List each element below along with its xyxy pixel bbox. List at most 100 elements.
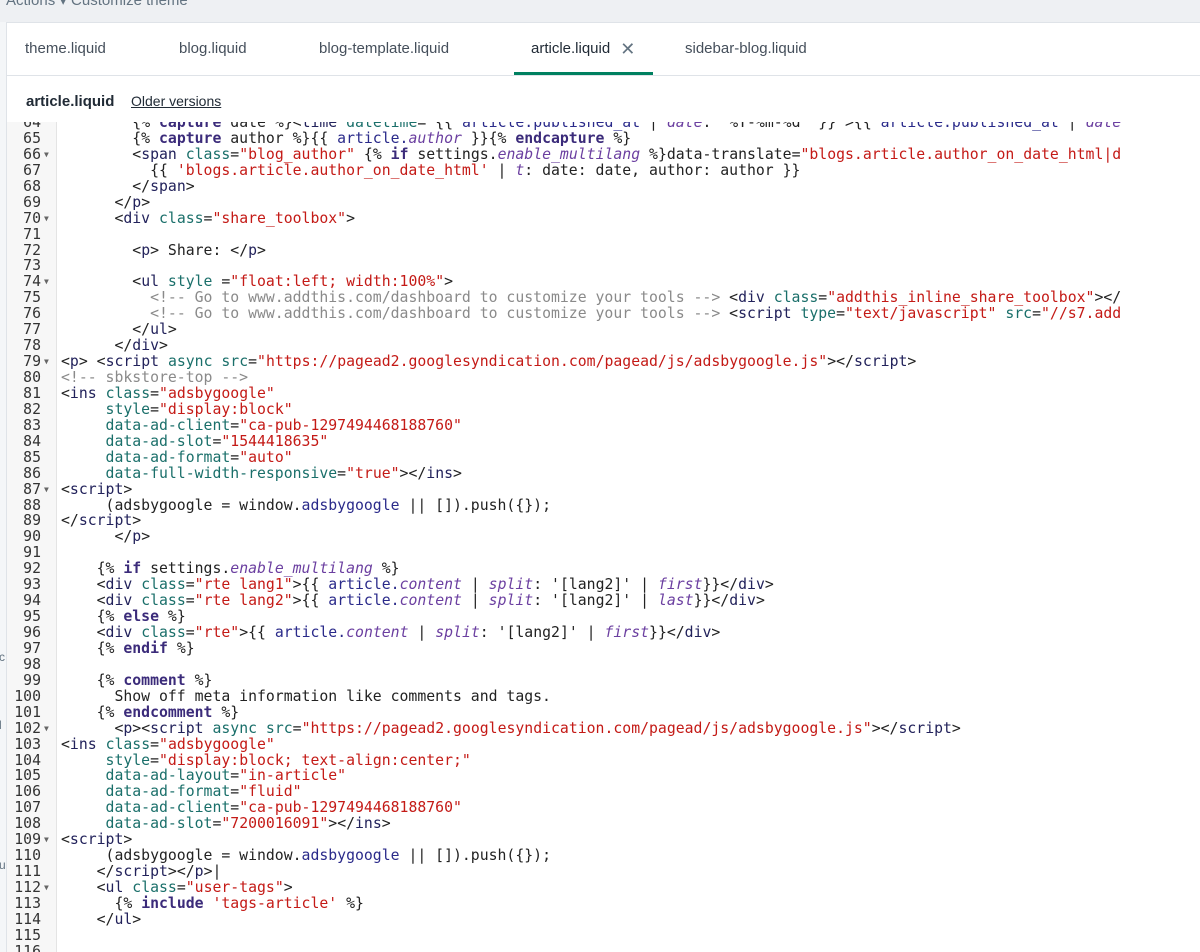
code-line[interactable]: 109 ▼ <script>: [7, 832, 1200, 848]
fold-toggle-icon[interactable]: ▼: [44, 721, 49, 737]
code-line[interactable]: 78 </div>: [7, 338, 1200, 354]
code-line[interactable]: 105 data-ad-layout="in-article": [7, 768, 1200, 784]
fold-toggle-icon[interactable]: ▼: [44, 147, 49, 163]
code-line[interactable]: 93 <div class="rte lang1">{{ article.con…: [7, 577, 1200, 593]
code-line[interactable]: 69 </p>: [7, 194, 1200, 211]
line-number: 81: [23, 384, 41, 402]
line-number: 74: [23, 273, 41, 291]
line-number: 98: [23, 655, 41, 673]
tab-blog-template-liquid[interactable]: blog-template.liquid: [319, 23, 449, 75]
tab-theme-liquid[interactable]: theme.liquid: [25, 23, 106, 75]
code-line[interactable]: 113 {% include 'tags-article' %}: [7, 894, 1200, 912]
code-line[interactable]: 102 ▼ <p><script async src="https://pagea…: [7, 719, 1200, 737]
code-line[interactable]: 91: [7, 545, 1200, 561]
line-number: 86: [23, 464, 41, 482]
code-line[interactable]: 106 data-ad-format="fluid": [7, 784, 1200, 800]
code-line[interactable]: 66 ▼ <span class="blog_author" {% if sett…: [7, 146, 1200, 163]
code-text: {% include 'tags-article' %}: [61, 894, 364, 912]
code-line[interactable]: 110 (adsbygoogle = window.adsbygoogle ||…: [7, 848, 1200, 864]
code-line[interactable]: 101 {% endcomment %}: [7, 704, 1200, 721]
line-number: 115: [14, 926, 41, 944]
code-text: <!-- sbkstore-top -->: [61, 369, 249, 386]
fold-toggle-icon[interactable]: ▼: [44, 354, 49, 370]
close-icon[interactable]: ✕: [620, 23, 635, 75]
code-line[interactable]: 104 style="display:block; text-align:cen…: [7, 751, 1200, 769]
file-tabs: theme.liquid blog.liquid blog-template.l…: [7, 23, 1200, 76]
code-text: <script>: [61, 831, 133, 849]
line-number: 103: [14, 735, 41, 753]
code-line[interactable]: 111 </script></p>|: [7, 864, 1200, 880]
code-line[interactable]: 94 <div class="rte lang2">{{ article.con…: [7, 593, 1200, 609]
older-versions-link[interactable]: Older versions: [131, 93, 221, 109]
code-line[interactable]: 68 </span>: [7, 178, 1200, 195]
line-number: 102: [14, 719, 41, 737]
code-line[interactable]: 74 ▼ <ul style ="float:left; width:100%">: [7, 274, 1200, 290]
code-text: <script>: [61, 480, 133, 498]
code-text: data-ad-client="ca-pub-1297494468188760": [61, 416, 462, 434]
code-line[interactable]: 73: [7, 258, 1200, 274]
code-text: </script></p>|: [61, 863, 222, 881]
code-line[interactable]: 85 data-ad-format="auto": [7, 448, 1200, 466]
code-line[interactable]: 83 data-ad-client="ca-pub-12974944681887…: [7, 416, 1200, 434]
code-line[interactable]: 65 {% capture author %}{{ article.author…: [7, 130, 1200, 147]
code-text: style="display:block; text-align:center;…: [61, 751, 471, 769]
code-line[interactable]: 97 {% endif %}: [7, 639, 1200, 657]
code-text: </p>: [61, 528, 151, 546]
code-line[interactable]: 80 <!-- sbkstore-top -->: [7, 370, 1200, 386]
fold-toggle-icon[interactable]: ▼: [44, 880, 49, 896]
code-line[interactable]: 82 style="display:block": [7, 401, 1200, 418]
line-number: 67: [23, 161, 41, 179]
code-text: data-ad-format="auto": [61, 448, 293, 466]
line-number: 72: [23, 241, 41, 259]
code-line[interactable]: 88 (adsbygoogle = window.adsbygoogle || …: [7, 497, 1200, 514]
code-editor[interactable]: 64 {% capture date %}<time datetime="{{ …: [7, 122, 1200, 952]
code-text: {% comment %}: [61, 671, 213, 689]
code-line[interactable]: 99 {% comment %}: [7, 671, 1200, 689]
fold-toggle-icon[interactable]: ▼: [44, 211, 49, 227]
tab-label: sidebar-blog.liquid: [685, 40, 807, 57]
code-line[interactable]: 75 <!-- Go to www.addthis.com/dashboard …: [7, 290, 1200, 306]
code-text: {% endif %}: [61, 639, 195, 657]
fold-toggle-icon[interactable]: ▼: [44, 482, 49, 498]
tab-blog-liquid[interactable]: blog.liquid: [179, 23, 247, 75]
code-line[interactable]: 100 Show off meta information like comme…: [7, 688, 1200, 705]
code-text: </script>: [61, 512, 142, 530]
line-number: 83: [23, 416, 41, 434]
tab-sidebar-blog-liquid[interactable]: sidebar-blog.liquid: [685, 23, 807, 75]
line-number: 109: [14, 831, 41, 849]
code-line[interactable]: 86 data-full-width-responsive="true"></i…: [7, 464, 1200, 482]
code-line[interactable]: 95 {% else %}: [7, 609, 1200, 625]
code-text: data-ad-client="ca-pub-1297494468188760": [61, 799, 462, 817]
code-line[interactable]: 96 <div class="rte">{{ article.content |…: [7, 625, 1200, 641]
code-line[interactable]: 108 data-ad-slot="7200016091"></ins>: [7, 816, 1200, 832]
code-line[interactable]: 67 {{ 'blogs.article.author_on_date_html…: [7, 161, 1200, 179]
line-number: 91: [23, 544, 41, 562]
code-line[interactable]: 90 </p>: [7, 529, 1200, 545]
code-line[interactable]: 114 </ul>: [7, 911, 1200, 928]
tab-article-liquid[interactable]: article.liquid ✕: [514, 23, 654, 75]
line-number: 76: [23, 305, 41, 323]
fold-toggle-icon[interactable]: ▼: [44, 274, 49, 290]
code-lines[interactable]: 64 {% capture date %}<time datetime="{{ …: [7, 122, 1200, 952]
code-line[interactable]: 84 data-ad-slot="1544418635": [7, 433, 1200, 450]
code-text: (adsbygoogle = window.adsbygoogle || [])…: [61, 847, 551, 865]
code-line[interactable]: 70 ▼ <div class="share_toolbox">: [7, 210, 1200, 227]
code-line[interactable]: 116: [7, 943, 1200, 952]
code-line[interactable]: 79 ▼ <p> <script async src="https://pagead…: [7, 354, 1200, 370]
code-line[interactable]: 103 <ins class="adsbygoogle": [7, 735, 1200, 753]
fold-toggle-icon[interactable]: ▼: [44, 832, 49, 848]
code-line[interactable]: 72 <p> Share: </p>: [7, 241, 1200, 259]
code-line[interactable]: 115: [7, 926, 1200, 944]
code-line[interactable]: 89 </script>: [7, 513, 1200, 529]
code-line[interactable]: 107 data-ad-client="ca-pub-1297494468188…: [7, 800, 1200, 816]
code-line[interactable]: 71: [7, 226, 1200, 243]
code-line[interactable]: 92 {% if settings.enable_multilang %}: [7, 561, 1200, 577]
line-number: 92: [23, 560, 41, 578]
code-line[interactable]: 77 </ul>: [7, 322, 1200, 338]
code-line[interactable]: 76 <!-- Go to www.addthis.com/dashboard …: [7, 306, 1200, 322]
code-line[interactable]: 81 <ins class="adsbygoogle": [7, 384, 1200, 402]
code-line[interactable]: 98: [7, 655, 1200, 673]
code-line[interactable]: 87 ▼ <script>: [7, 480, 1200, 498]
code-line[interactable]: 112 ▼ <ul class="user-tags">: [7, 880, 1200, 896]
top-bar: Actions ▾ Customize theme: [0, 0, 1200, 23]
